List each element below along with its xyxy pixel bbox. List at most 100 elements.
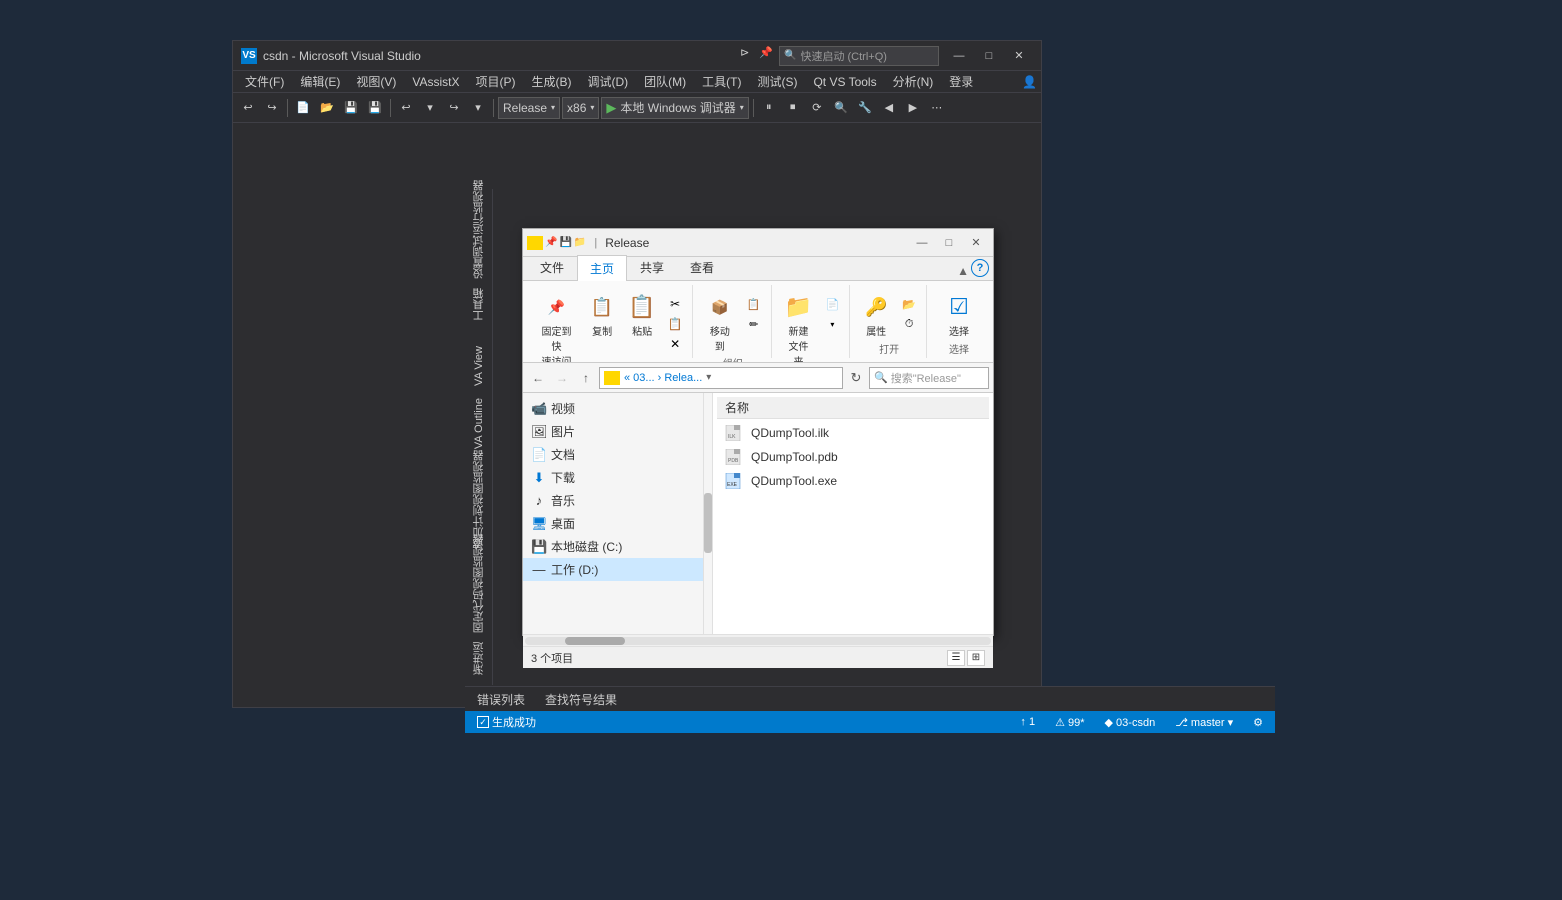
menu-build[interactable]: 生成(B) bbox=[523, 71, 579, 92]
addr-forward-btn[interactable]: → bbox=[551, 367, 573, 389]
ribbon-delete-btn[interactable]: ✕ bbox=[664, 335, 686, 353]
toolbar-extra-btn-4[interactable]: 🔍 bbox=[830, 97, 852, 119]
nav-item-desktop[interactable]: 🖥 桌面 bbox=[523, 512, 703, 535]
ribbon-tab-view[interactable]: 查看 bbox=[677, 254, 727, 280]
ribbon-properties-btn[interactable]: 🔑 属性 bbox=[858, 291, 894, 340]
toolbar-back-btn[interactable]: ↩ bbox=[237, 97, 259, 119]
sidebar-tab-tools[interactable]: 工具箱 bbox=[465, 277, 492, 331]
vs-close-btn[interactable]: ✕ bbox=[1005, 46, 1033, 66]
status-build-success[interactable]: ✓ 生成成功 bbox=[473, 714, 540, 730]
ribbon-newitem-btn[interactable]: 📄 bbox=[821, 295, 843, 313]
menu-vassistx[interactable]: VAssistX bbox=[404, 73, 467, 91]
nav-item-downloads[interactable]: ⬇ 下载 bbox=[523, 466, 703, 489]
file-item-pdb[interactable]: PDB QDumpTool.pdb bbox=[717, 445, 989, 469]
toolbar-run-dropdown[interactable]: ▶ 本地 Windows 调试器 ▾ bbox=[601, 97, 748, 119]
toolbar-extra-btn-2[interactable]: ⏹ bbox=[782, 97, 804, 119]
explorer-maximize-btn[interactable]: □ bbox=[936, 233, 962, 253]
sidebar-tab-vaview[interactable]: VA View bbox=[465, 339, 492, 393]
ribbon-tab-file[interactable]: 文件 bbox=[527, 254, 577, 280]
nav-scrollbar[interactable] bbox=[704, 393, 712, 634]
toolbar-redo-btn[interactable]: ↪ bbox=[443, 97, 465, 119]
nav-item-pictures[interactable]: 🖼 图片 bbox=[523, 420, 703, 443]
bottom-tab-errors[interactable]: 错误列表 bbox=[473, 689, 529, 710]
menu-qt-vs-tools[interactable]: Qt VS Tools bbox=[805, 73, 884, 91]
sidebar-tab-settings[interactable]: 设置调试运行监视器 bbox=[465, 189, 492, 269]
addr-back-btn[interactable]: ← bbox=[527, 367, 549, 389]
sidebar-tab-vaoutline[interactable]: VA Outline bbox=[465, 397, 492, 451]
sidebar-tab-progress[interactable]: 渐进运 bbox=[465, 631, 492, 685]
toolbar-extra-btn-8[interactable]: ⋯ bbox=[926, 97, 948, 119]
ribbon-moveto-btn[interactable]: 📦 移动到 bbox=[701, 291, 739, 355]
addr-dropdown-btn[interactable]: ▾ bbox=[706, 372, 711, 383]
ribbon-paste-btn[interactable]: 📋 粘贴 bbox=[624, 291, 660, 340]
toolbar-extra-btn-6[interactable]: ◀ bbox=[878, 97, 900, 119]
toolbar-open-btn[interactable]: 📂 bbox=[316, 97, 338, 119]
explorer-pin-icon[interactable]: 📌 bbox=[545, 237, 557, 248]
status-settings-icon[interactable]: ⚙ bbox=[1249, 716, 1267, 729]
vs-maximize-btn[interactable]: □ bbox=[975, 46, 1003, 66]
menu-analyze[interactable]: 分析(N) bbox=[885, 71, 942, 92]
bottom-tab-find-symbol[interactable]: 查找符号结果 bbox=[541, 689, 621, 710]
menu-test[interactable]: 测试(S) bbox=[749, 71, 805, 92]
ribbon-rename-btn[interactable]: ✏ bbox=[743, 315, 765, 333]
toolbar-save-btn[interactable]: 💾 bbox=[340, 97, 362, 119]
addr-refresh-btn[interactable]: ↻ bbox=[845, 367, 867, 389]
explorer-floppy-icon[interactable]: 💾 bbox=[559, 237, 571, 248]
ribbon-copy-btn[interactable]: 📋 复制 bbox=[584, 291, 620, 340]
explorer-address-path[interactable]: « 03... › Relea... ▾ bbox=[599, 367, 843, 389]
toolbar-undo-btn[interactable]: ↩ bbox=[395, 97, 417, 119]
nav-item-music[interactable]: ♪ 音乐 bbox=[523, 489, 703, 512]
nav-item-c-drive[interactable]: 💾 本地磁盘 (C:) bbox=[523, 535, 703, 558]
menu-team[interactable]: 团队(M) bbox=[636, 71, 694, 92]
menu-edit[interactable]: 编辑(E) bbox=[292, 71, 348, 92]
toolbar-extra-btn-5[interactable]: 🔧 bbox=[854, 97, 876, 119]
menu-file[interactable]: 文件(F) bbox=[237, 71, 292, 92]
menu-view[interactable]: 视图(V) bbox=[348, 71, 404, 92]
ribbon-tab-share[interactable]: 共享 bbox=[627, 254, 677, 280]
toolbar-new-btn[interactable]: 📄 bbox=[292, 97, 314, 119]
menu-tools[interactable]: 工具(T) bbox=[694, 71, 749, 92]
status-arrow-up[interactable]: ↑ 1 bbox=[1016, 716, 1039, 728]
vs-minimize-btn[interactable]: — bbox=[945, 46, 973, 66]
menu-login[interactable]: 登录 bbox=[941, 71, 981, 92]
view-details-btn[interactable]: ☰ bbox=[947, 650, 965, 666]
status-warning[interactable]: ⚠ 99* bbox=[1051, 716, 1088, 729]
sidebar-tab-watchplan[interactable]: 添加计划视图监视器 bbox=[465, 459, 492, 539]
toolbar-extra-btn-3[interactable]: ⟳ bbox=[806, 97, 828, 119]
addr-up-btn[interactable]: ↑ bbox=[575, 367, 597, 389]
nav-item-d-drive[interactable]: — 工作 (D:) bbox=[523, 558, 703, 581]
view-tiles-btn[interactable]: ⊞ bbox=[967, 650, 985, 666]
ribbon-select-btn[interactable]: ☑ 选择 bbox=[941, 291, 977, 340]
explorer-hscrollbar[interactable] bbox=[523, 634, 993, 646]
toolbar-undo-dropdown[interactable]: ▾ bbox=[419, 97, 441, 119]
explorer-folder-nav-icon[interactable]: 📁 bbox=[574, 237, 586, 248]
toolbar-config-dropdown[interactable]: Release ▾ bbox=[498, 97, 560, 119]
toolbar-platform-dropdown[interactable]: x86 ▾ bbox=[562, 97, 599, 119]
status-branch[interactable]: ⎇ master ▾ bbox=[1171, 716, 1237, 729]
sidebar-tab-pincode[interactable]: 固定代码视图监视器 bbox=[465, 543, 492, 623]
file-item-exe[interactable]: EXE QDumpTool.exe bbox=[717, 469, 989, 493]
status-project[interactable]: ◆ 03-csdn bbox=[1101, 716, 1160, 729]
menu-debug[interactable]: 调试(D) bbox=[579, 71, 636, 92]
toolbar-redo-dropdown[interactable]: ▾ bbox=[467, 97, 489, 119]
toolbar-saveall-btn[interactable]: 💾 bbox=[364, 97, 386, 119]
ribbon-collapse-btn[interactable]: ▲ bbox=[955, 262, 971, 280]
ribbon-open-btn[interactable]: 📂 bbox=[898, 295, 920, 313]
menu-project[interactable]: 项目(P) bbox=[467, 71, 523, 92]
explorer-close-btn[interactable]: ✕ bbox=[963, 233, 989, 253]
nav-item-video[interactable]: 📹 视频 bbox=[523, 397, 703, 420]
toolbar-forward-btn[interactable]: ↪ bbox=[261, 97, 283, 119]
quick-launch-bar[interactable]: 🔍 快速启动 (Ctrl+Q) bbox=[779, 46, 939, 66]
ribbon-copyto-btn[interactable]: 📋 bbox=[743, 295, 765, 313]
ribbon-newitem-dropdown[interactable]: ▾ bbox=[821, 315, 843, 333]
toolbar-extra-btn-1[interactable]: ⏸ bbox=[758, 97, 780, 119]
toolbar-extra-btn-7[interactable]: ▶ bbox=[902, 97, 924, 119]
file-item-ilk[interactable]: ILK QDumpTool.ilk bbox=[717, 421, 989, 445]
nav-item-documents[interactable]: 📄 文档 bbox=[523, 443, 703, 466]
ribbon-copy-sm-btn[interactable]: 📋 bbox=[664, 315, 686, 333]
ribbon-tab-home[interactable]: 主页 bbox=[577, 255, 627, 281]
ribbon-history-btn[interactable]: ⏱ bbox=[898, 315, 920, 333]
ribbon-scissors-btn[interactable]: ✂ bbox=[664, 295, 686, 313]
explorer-minimize-btn[interactable]: — bbox=[909, 233, 935, 253]
ribbon-help-btn[interactable]: ? bbox=[971, 259, 989, 277]
